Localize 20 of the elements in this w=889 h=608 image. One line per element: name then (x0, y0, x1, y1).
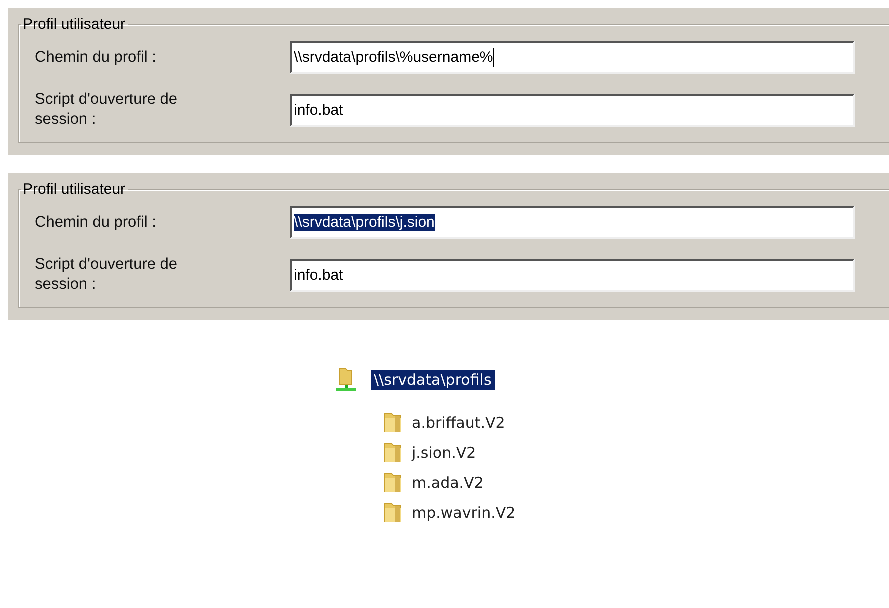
tree-item[interactable]: \\srvdata\profils (371, 370, 495, 390)
group-title: Profil utilisateur (22, 16, 127, 33)
folder-icon (383, 412, 403, 434)
tree-item[interactable]: a.briffaut.V2 (409, 413, 508, 433)
tree-item[interactable]: m.ada.V2 (409, 473, 487, 493)
input-field[interactable]: \\srvdata\profils\%username% (290, 41, 855, 74)
input-field[interactable]: \\srvdata\profils\j.sion (290, 206, 855, 239)
input-field[interactable]: info.bat (290, 258, 855, 292)
tree-item[interactable]: mp.wavrin.V2 (409, 503, 519, 523)
field-label: Chemin du profil : (35, 212, 158, 232)
tree-item[interactable]: j.sion.V2 (409, 443, 480, 463)
group-title: Profil utilisateur (22, 181, 127, 198)
network-folder-icon (335, 368, 357, 392)
input-field[interactable]: info.bat (290, 94, 855, 126)
folder-icon (383, 502, 403, 524)
folder-icon (383, 472, 403, 494)
field-label: Script d'ouverture de session : (35, 255, 179, 295)
field-label: Chemin du profil : (35, 48, 158, 68)
folder-icon (383, 442, 403, 464)
field-label: Script d'ouverture de session : (35, 90, 179, 130)
